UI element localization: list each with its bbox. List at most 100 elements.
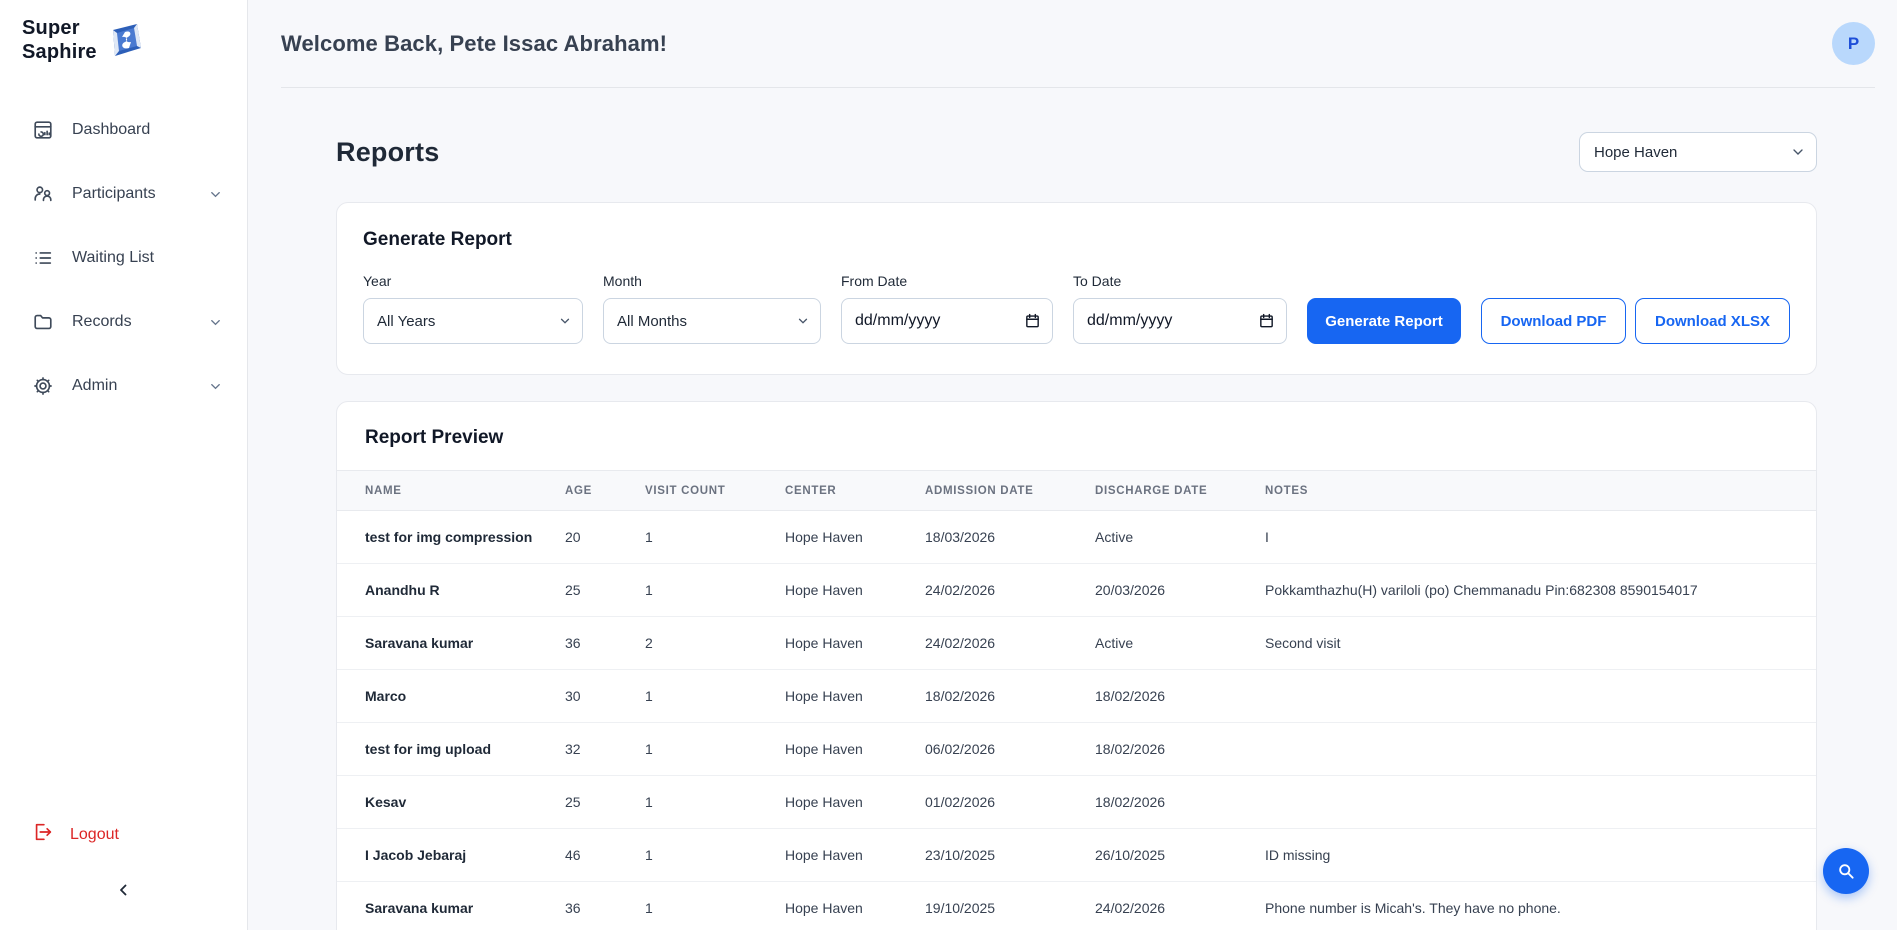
brand-logo: Super Saphire: [0, 0, 247, 69]
cell-age: 30: [565, 670, 645, 723]
logout-icon: [32, 821, 54, 848]
cell-notes: [1265, 723, 1816, 776]
cell-age: 20: [565, 511, 645, 564]
report-preview-title: Report Preview: [337, 402, 1816, 470]
report-table: NAMEAGEVISIT COUNTCENTERADMISSION DATEDI…: [337, 470, 1816, 930]
app-window: Super Saphire: [0, 0, 1897, 930]
cell-admission-date: 01/02/2026: [925, 776, 1095, 829]
cell-center: Hope Haven: [785, 670, 925, 723]
year-select[interactable]: All Years: [363, 298, 583, 344]
sidebar-item-label: Dashboard: [72, 121, 150, 139]
table-row: Kesav 25 1 Hope Haven 01/02/2026 18/02/2…: [337, 776, 1816, 829]
cell-age: 25: [565, 564, 645, 617]
cell-admission-date: 23/10/2025: [925, 829, 1095, 882]
welcome-title: Welcome Back, Pete Issac Abraham!: [281, 31, 667, 57]
column-header: VISIT COUNT: [645, 471, 785, 511]
chevron-down-icon: [208, 379, 223, 394]
table-row: I Jacob Jebaraj 46 1 Hope Haven 23/10/20…: [337, 829, 1816, 882]
sidebar-collapse-button[interactable]: [0, 881, 247, 904]
cell-name: I Jacob Jebaraj: [337, 829, 565, 882]
cell-age: 46: [565, 829, 645, 882]
to-date-input[interactable]: [1073, 298, 1287, 344]
table-row: test for img compression 20 1 Hope Haven…: [337, 511, 1816, 564]
sidebar-item-label: Records: [72, 313, 132, 331]
sidebar-item-records[interactable]: Records: [0, 305, 247, 339]
report-table-body: test for img compression 20 1 Hope Haven…: [337, 511, 1816, 930]
table-row: Anandhu R 25 1 Hope Haven 24/02/2026 20/…: [337, 564, 1816, 617]
center-select[interactable]: Hope Haven: [1579, 132, 1817, 172]
cell-center: Hope Haven: [785, 882, 925, 930]
sidebar-nav: Dashboard Participants: [0, 113, 247, 403]
month-select[interactable]: All Months: [603, 298, 821, 344]
column-header: AGE: [565, 471, 645, 511]
sidebar-item-dashboard[interactable]: Dashboard: [0, 113, 247, 147]
admin-gear-icon: [32, 375, 54, 397]
table-row: Saravana kumar 36 2 Hope Haven 24/02/202…: [337, 617, 1816, 670]
records-icon: [32, 311, 54, 333]
from-date-input[interactable]: [841, 298, 1053, 344]
cell-center: Hope Haven: [785, 776, 925, 829]
cell-center: Hope Haven: [785, 617, 925, 670]
sidebar-item-label: Waiting List: [72, 249, 154, 267]
cell-name: test for img upload: [337, 723, 565, 776]
floating-search-button[interactable]: [1823, 848, 1869, 894]
cell-notes: Pokkamthazhu(H) variloli (po) Chemmanadu…: [1265, 564, 1816, 617]
report-preview-card: Report Preview NAMEAGEVISIT COUNTCENTERA…: [336, 401, 1817, 930]
cell-center: Hope Haven: [785, 564, 925, 617]
cell-visit-count: 1: [645, 511, 785, 564]
sidebar-item-admin[interactable]: Admin: [0, 369, 247, 403]
cell-notes: [1265, 670, 1816, 723]
participants-icon: [32, 183, 54, 205]
cell-discharge-date: 18/02/2026: [1095, 723, 1265, 776]
cell-center: Hope Haven: [785, 723, 925, 776]
top-header: Welcome Back, Pete Issac Abraham! P: [248, 0, 1897, 88]
column-header: NAME: [337, 471, 565, 511]
cell-visit-count: 1: [645, 564, 785, 617]
year-label: Year: [363, 273, 583, 289]
logout-button[interactable]: Logout: [0, 815, 143, 854]
download-pdf-button[interactable]: Download PDF: [1481, 298, 1626, 344]
cell-admission-date: 18/03/2026: [925, 511, 1095, 564]
cell-name: Saravana kumar: [337, 617, 565, 670]
sidebar-item-participants[interactable]: Participants: [0, 177, 247, 211]
cell-admission-date: 06/02/2026: [925, 723, 1095, 776]
cell-center: Hope Haven: [785, 511, 925, 564]
waiting-list-icon: [32, 247, 54, 269]
gem-logo-icon: [101, 18, 147, 69]
report-table-header-row: NAMEAGEVISIT COUNTCENTERADMISSION DATEDI…: [337, 471, 1816, 511]
avatar[interactable]: P: [1832, 22, 1875, 65]
cell-discharge-date: Active: [1095, 511, 1265, 564]
cell-admission-date: 24/02/2026: [925, 617, 1095, 670]
center-select-wrap: Hope Haven: [1579, 132, 1817, 172]
from-date-label: From Date: [841, 273, 1053, 289]
cell-age: 25: [565, 776, 645, 829]
brand-line1: Super: [22, 16, 97, 40]
table-row: Saravana kumar 36 1 Hope Haven 19/10/202…: [337, 882, 1816, 930]
cell-visit-count: 1: [645, 829, 785, 882]
chevron-left-icon: [115, 881, 133, 904]
sidebar-item-label: Participants: [72, 185, 156, 203]
sidebar: Super Saphire: [0, 0, 248, 930]
cell-age: 36: [565, 882, 645, 930]
cell-center: Hope Haven: [785, 829, 925, 882]
cell-notes: I: [1265, 511, 1816, 564]
generate-report-title: Generate Report: [363, 229, 1790, 251]
sidebar-item-waiting-list[interactable]: Waiting List: [0, 241, 247, 275]
cell-visit-count: 1: [645, 723, 785, 776]
cell-admission-date: 24/02/2026: [925, 564, 1095, 617]
cell-admission-date: 18/02/2026: [925, 670, 1095, 723]
sidebar-item-label: Admin: [72, 377, 117, 395]
table-row: test for img upload 32 1 Hope Haven 06/0…: [337, 723, 1816, 776]
cell-notes: Second visit: [1265, 617, 1816, 670]
cell-discharge-date: 24/02/2026: [1095, 882, 1265, 930]
cell-age: 36: [565, 617, 645, 670]
generate-report-button[interactable]: Generate Report: [1307, 298, 1461, 344]
dashboard-icon: [32, 119, 54, 141]
download-xlsx-button[interactable]: Download XLSX: [1635, 298, 1790, 344]
month-label: Month: [603, 273, 821, 289]
generate-report-card: Generate Report Year All Years: [336, 202, 1817, 375]
chevron-down-icon: [208, 187, 223, 202]
cell-discharge-date: 26/10/2025: [1095, 829, 1265, 882]
cell-name: Marco: [337, 670, 565, 723]
cell-discharge-date: 20/03/2026: [1095, 564, 1265, 617]
